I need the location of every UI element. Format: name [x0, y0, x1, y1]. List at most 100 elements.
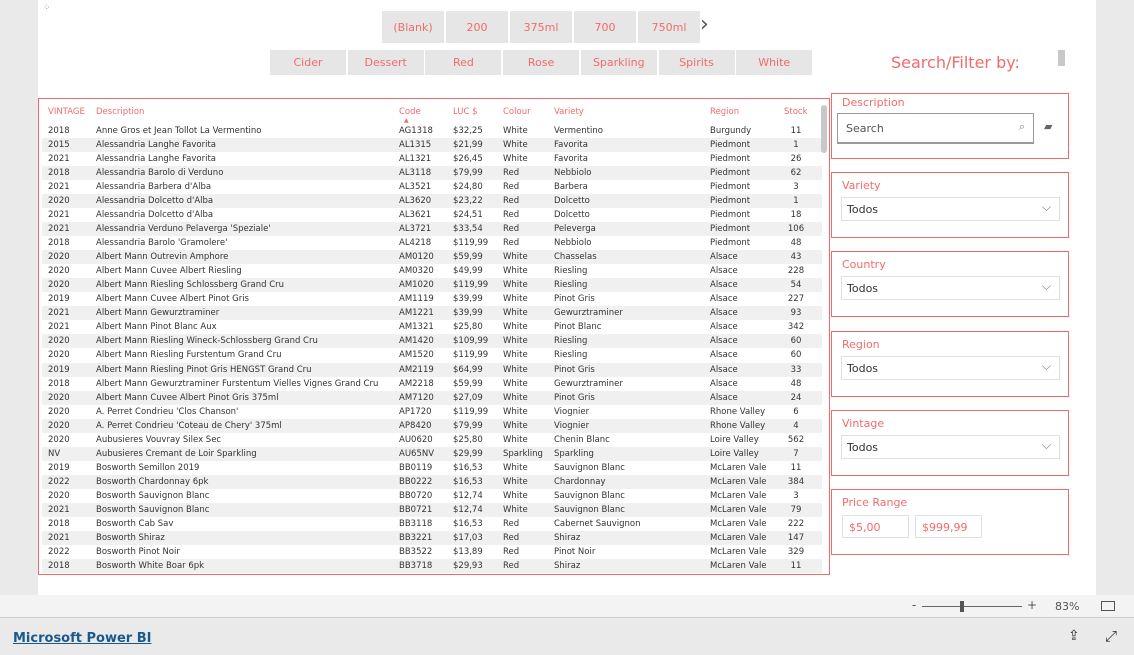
footer: Microsoft Power BI ⇪ ⤢: [0, 618, 1134, 655]
size-tile[interactable]: 200: [446, 11, 508, 43]
power-bi-link[interactable]: Microsoft Power BI: [13, 631, 151, 646]
zoom-out-button[interactable]: -: [912, 598, 916, 612]
table-row[interactable]: 2018 Anne Gros et Jean Tollot La Vermenti…: [42, 124, 822, 138]
table-row[interactable]: NV Aubusieres Cremant de Loir Sparkling AU…: [42, 446, 822, 461]
table-row[interactable]: 2018 Albert Mann Gewurztraminer Furstentu…: [42, 377, 822, 391]
column-header[interactable]: LUC $: [453, 107, 478, 117]
table-row[interactable]: 2022 Bosworth Pinot Noir BB3522 $13,89 Red Pi…: [42, 545, 822, 559]
table-row[interactable]: 2019 Albert Mann Riesling Pinot Gris HENG…: [42, 362, 822, 377]
table-row[interactable]: 2021 Alessandria Dolcetto d'Alba AL3621 $24…: [42, 208, 822, 222]
table-cell: White: [503, 462, 528, 473]
table-cell: 4: [793, 420, 799, 431]
table-row[interactable]: 2020 Albert Mann Riesling Schlossberg Gra…: [42, 278, 822, 293]
table-cell: Favorita: [554, 140, 588, 151]
column-header[interactable]: Code: [399, 107, 421, 117]
table-row[interactable]: 2021 Albert Mann Pinot Blanc Aux AM1321 $25…: [42, 320, 822, 334]
table-cell: Chenin Blanc: [554, 434, 610, 445]
table-cell: AL3118: [399, 168, 432, 179]
table-cell: BB3118: [399, 518, 433, 529]
region-dropdown[interactable]: Todos ⌵: [841, 356, 1060, 380]
table-cell: Alsace: [710, 350, 738, 361]
table-row[interactable]: 2020 Alessandria Dolcetto d'Alba AL3620 $23…: [42, 194, 822, 209]
table-cell: $13,89: [453, 546, 483, 557]
fit-to-page-icon[interactable]: [1101, 601, 1115, 611]
table-row[interactable]: 2021 Alessandria Langhe Favorita AL1321 $26…: [42, 152, 822, 166]
table-row[interactable]: 2020 Albert Mann Riesling Wineck-Schlossb…: [42, 334, 822, 349]
table-row[interactable]: 2018 Bosworth White Boar 6pk BB3718 $29,93 R…: [42, 558, 822, 573]
table-cell: 11: [790, 560, 802, 571]
table-row[interactable]: 2021 Bosworth Sauvignon Blanc BB0721 $12,74…: [42, 502, 822, 517]
eraser-icon[interactable]: ▰: [1044, 120, 1052, 133]
table-row[interactable]: 2021 Albert Mann Gewurztraminer AM1221 $39,…: [42, 306, 822, 321]
table-cell: Alsace: [710, 252, 738, 263]
zoom-slider[interactable]: [922, 606, 1022, 607]
column-header[interactable]: Colour: [503, 107, 531, 117]
page-scrollbar[interactable]: [1058, 50, 1065, 66]
table-cell: 2021: [48, 154, 70, 165]
table-row[interactable]: 2021 Alessandria Verduno Pelaverga 'Spezi…: [42, 222, 822, 237]
table-row[interactable]: 2020 Albert Mann Riesling Furstentum Gran…: [42, 348, 822, 362]
table-cell: $26,45: [453, 154, 483, 165]
zoom-slider-handle[interactable]: [960, 601, 964, 612]
table-cell: 62: [790, 168, 802, 179]
table-row[interactable]: 2020 Albert Mann Cuvee Albert Riesling AM0…: [42, 264, 822, 278]
vintage-dropdown[interactable]: Todos ⌵: [841, 435, 1060, 459]
table-row[interactable]: 2020 A. Perret Condrieu 'Clos Chanson' AP1…: [42, 405, 822, 419]
description-filter: Description Search ⌕ ▰: [831, 93, 1069, 159]
table-cell: AL3521: [399, 182, 432, 193]
table-row[interactable]: 2018 Alessandria Barolo 'Gramolere' AL4218…: [42, 236, 822, 250]
size-tile[interactable]: 700: [574, 11, 636, 43]
table-row[interactable]: 2020 Albert Mann Outrevin Amphore AM0120 $5…: [42, 250, 822, 265]
table-cell: AM0120: [399, 252, 434, 263]
table-cell: Riesling: [554, 280, 588, 291]
table-cell: 2018: [48, 378, 70, 389]
zoom-in-button[interactable]: +: [1027, 598, 1037, 612]
size-tile[interactable]: (Blank): [382, 11, 444, 43]
column-header[interactable]: VINTAGE: [48, 107, 85, 117]
colour-tile[interactable]: Red: [425, 50, 502, 75]
fullscreen-icon[interactable]: ⤢: [1105, 627, 1117, 645]
variety-dropdown[interactable]: Todos ⌵: [841, 197, 1060, 221]
table-row[interactable]: 2020 A. Perret Condrieu 'Coteau de Chery'…: [42, 418, 822, 433]
colour-tile[interactable]: Dessert: [347, 50, 424, 75]
table-row[interactable]: 2022 Bosworth Chardonnay 6pk BB0222 $16,53 W…: [42, 474, 822, 489]
chevron-right-icon[interactable]: ›: [700, 14, 709, 36]
table-row[interactable]: 2015 Alessandria Langhe Favorita AL1315 $21…: [42, 138, 822, 153]
table-scrollbar[interactable]: [821, 105, 827, 153]
table-row[interactable]: 2019 Albert Mann Cuvee Albert Pinot Gris A…: [42, 292, 822, 306]
size-tile[interactable]: 750ml: [638, 11, 700, 43]
table-cell: White: [503, 252, 528, 263]
table-cell: Pinot Gris: [554, 364, 595, 375]
column-header[interactable]: Stock: [784, 107, 808, 117]
table-row[interactable]: 2021 Alessandria Barbera d'Alba AL3521 $24,…: [42, 180, 822, 194]
colour-tile[interactable]: Sparkling: [580, 50, 657, 75]
table-row[interactable]: 2020 Bosworth Sauvignon Blanc BB0720 $12,74…: [42, 489, 822, 503]
table-cell: Viognier: [554, 420, 590, 431]
table-row[interactable]: 2019 Bosworth Semillon 2019 BB0119 $16,53 Wh…: [42, 461, 822, 475]
colour-tile[interactable]: Rose: [503, 50, 580, 75]
column-header[interactable]: Region: [710, 107, 739, 117]
table-row[interactable]: 2021 Bosworth Shiraz BB3221 $17,03 Red Shiraz…: [42, 530, 822, 545]
table-row[interactable]: 2020 Aubusieres Vouvray Silex Sec AU0620 $2…: [42, 433, 822, 447]
colour-tile[interactable]: Spirits: [658, 50, 735, 75]
column-header[interactable]: Description: [96, 107, 144, 117]
table-cell: 147: [787, 532, 805, 543]
price-min-input[interactable]: $5,00: [842, 515, 909, 538]
table-cell: 2018: [48, 126, 70, 136]
share-icon[interactable]: ⇪: [1068, 628, 1080, 644]
column-header[interactable]: Variety: [554, 107, 584, 117]
table-cell: 93: [790, 308, 802, 319]
search-input[interactable]: Search ⌕: [837, 113, 1034, 144]
table-row[interactable]: 2018 Alessandria Barolo di Verduno AL3118 $…: [42, 166, 822, 181]
country-dropdown[interactable]: Todos ⌵: [841, 276, 1060, 300]
table-row[interactable]: 2020 Albert Mann Cuvee Albert Pinot Gris …: [42, 390, 822, 405]
table-row[interactable]: 2018 Bosworth Cab Sav BB3118 $16,53 Red Caber…: [42, 517, 822, 531]
table-cell: Bosworth Semillon 2019: [96, 462, 200, 473]
colour-tile[interactable]: Cider: [270, 50, 346, 75]
price-max-input[interactable]: $999,99: [915, 515, 982, 538]
table-cell: White: [503, 406, 528, 417]
size-tile[interactable]: 375ml: [510, 11, 572, 43]
table-cell: Piedmont: [710, 210, 751, 221]
colour-tile[interactable]: White: [736, 50, 813, 75]
table-cell: 18: [790, 210, 802, 221]
